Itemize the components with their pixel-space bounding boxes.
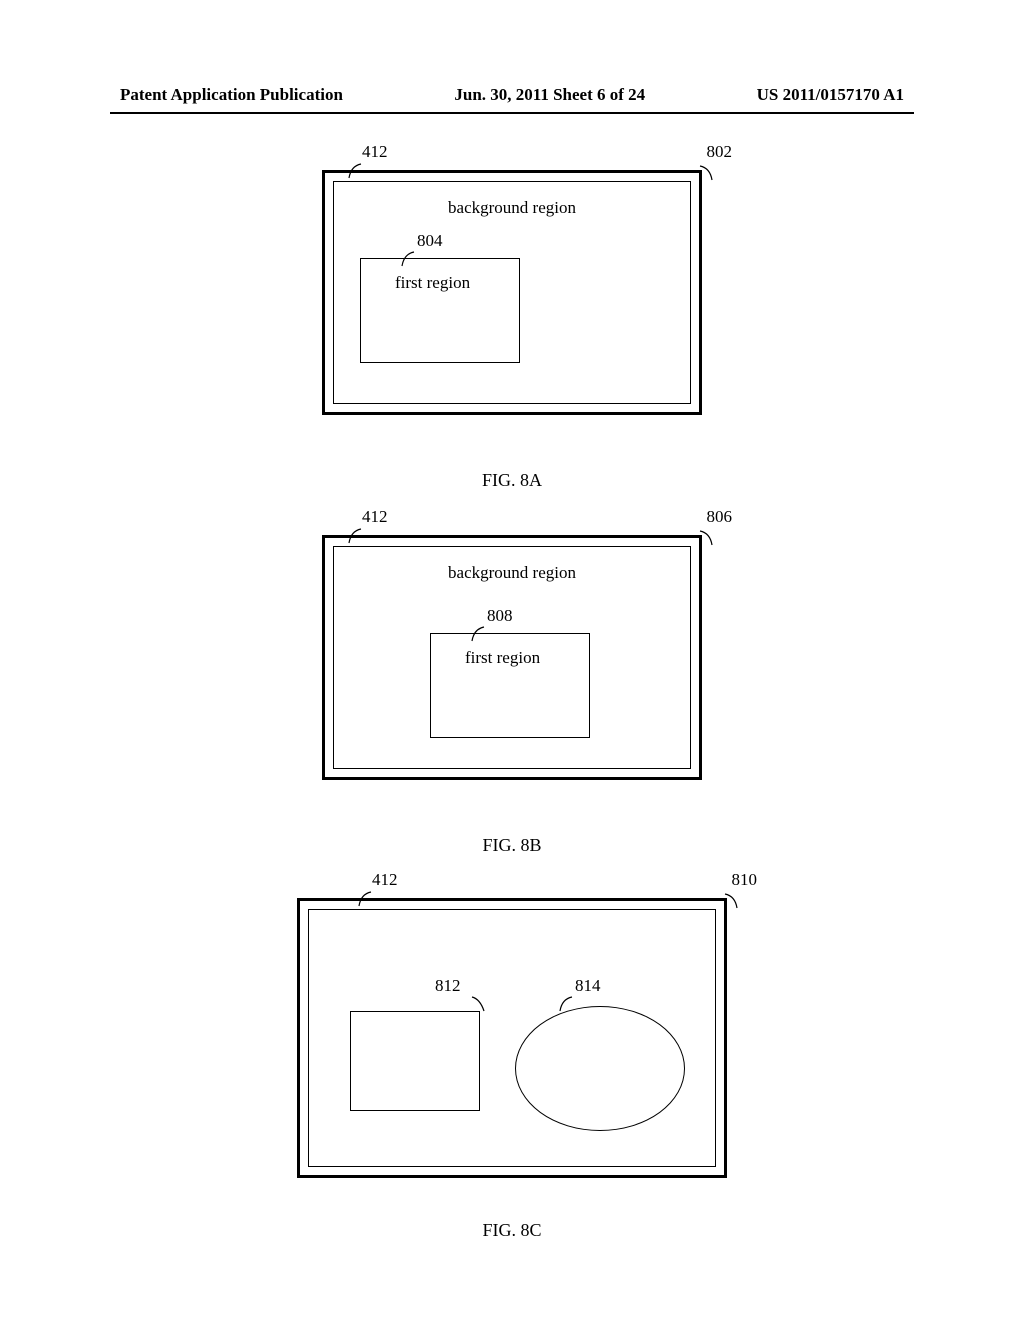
header-publication: Patent Application Publication bbox=[120, 85, 343, 105]
first-region-label: first region bbox=[465, 648, 540, 668]
figure-8b: 412 806 background region 808 first regi… bbox=[322, 535, 702, 780]
ref-label-802: 802 bbox=[707, 142, 733, 162]
ref-label-412: 412 bbox=[372, 870, 398, 890]
ellipse-shape bbox=[515, 1006, 685, 1131]
first-region-label: first region bbox=[395, 273, 470, 293]
ref-label-812: 812 bbox=[435, 976, 461, 996]
leader-curve-icon bbox=[470, 993, 490, 1013]
header-patent-number: US 2011/0157170 A1 bbox=[757, 85, 904, 105]
page-header: Patent Application Publication Jun. 30, … bbox=[120, 85, 904, 105]
rectangle-shape bbox=[350, 1011, 480, 1111]
ref-label-412: 412 bbox=[362, 507, 388, 527]
figure-8c: 412 810 812 814 bbox=[297, 898, 727, 1178]
header-rule bbox=[110, 112, 914, 114]
display-frame: background region 808 first region bbox=[322, 535, 702, 780]
figure-caption-8a: FIG. 8A bbox=[482, 470, 542, 491]
background-region-label: background region bbox=[448, 198, 576, 218]
header-date-sheet: Jun. 30, 2011 Sheet 6 of 24 bbox=[454, 85, 645, 105]
ref-label-808: 808 bbox=[487, 606, 513, 626]
ref-label-814: 814 bbox=[575, 976, 601, 996]
ref-label-804: 804 bbox=[417, 231, 443, 251]
ref-label-806: 806 bbox=[707, 507, 733, 527]
display-frame: 812 814 bbox=[297, 898, 727, 1178]
figure-caption-8c: FIG. 8C bbox=[482, 1220, 541, 1241]
figure-8a: 412 802 background region 804 first regi… bbox=[322, 170, 702, 415]
display-frame: background region 804 first region bbox=[322, 170, 702, 415]
ref-label-412: 412 bbox=[362, 142, 388, 162]
ref-label-810: 810 bbox=[732, 870, 758, 890]
background-region-label: background region bbox=[448, 563, 576, 583]
figure-caption-8b: FIG. 8B bbox=[482, 835, 541, 856]
